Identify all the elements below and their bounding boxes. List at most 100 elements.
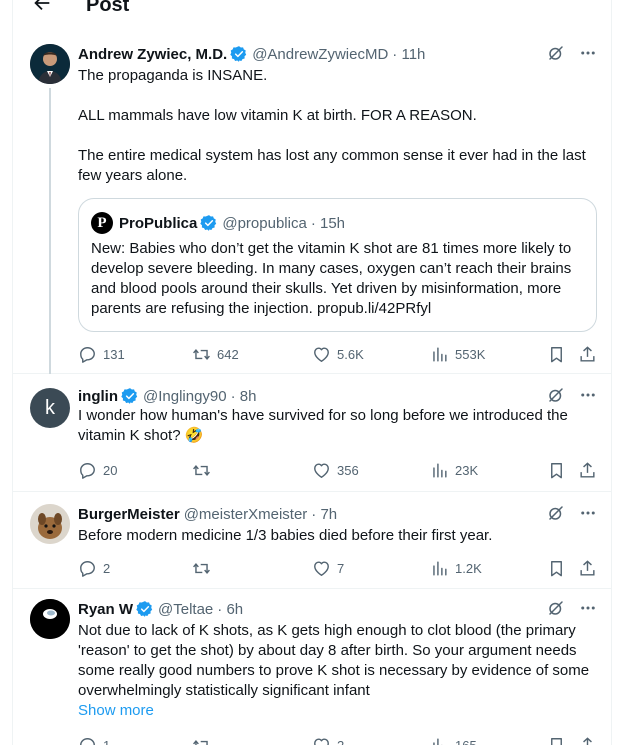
tweet-text: The propaganda is INSANE. ALL mammals ha…	[78, 66, 597, 186]
reply-count: 2	[103, 560, 111, 576]
author-name[interactable]: BurgerMeister	[78, 506, 180, 523]
reply-tweet[interactable]: k inglin @Inglingy90 · 8h I wonder how h…	[13, 374, 611, 492]
reply-icon	[78, 736, 97, 745]
view-count: 553K	[455, 346, 486, 362]
quoted-tweet[interactable]: P ProPublica @propublica · 15h New: Babi…	[78, 198, 597, 332]
tweet-paragraph: ALL mammals have low vitamin K at birth.…	[78, 107, 477, 124]
author-handle[interactable]: @meisterXmeister	[184, 506, 308, 523]
verified-badge-icon	[230, 45, 248, 63]
reply-tweet[interactable]: BurgerMeister @meisterXmeister · 7h Befo…	[13, 492, 611, 589]
more-icon[interactable]	[579, 386, 597, 404]
timestamp[interactable]: · 8h	[231, 388, 257, 405]
avatar[interactable]	[30, 599, 70, 639]
top-bar: Post	[13, 0, 611, 18]
share-button[interactable]	[578, 345, 597, 364]
action-bar: 20 356 23K	[78, 460, 597, 480]
tweet-main[interactable]: Andrew Zywiec, M.D. @AndrewZywiecMD · 11…	[13, 34, 611, 374]
avatar[interactable]	[30, 504, 70, 544]
view-count: 1.2K	[455, 560, 482, 576]
quoted-avatar: P	[91, 212, 113, 234]
bookmark-icon	[547, 736, 566, 745]
avatar[interactable]: k	[30, 388, 70, 428]
repost-icon	[192, 559, 211, 578]
share-button[interactable]	[578, 736, 597, 745]
author-name[interactable]: inglin	[78, 388, 118, 405]
views-icon	[430, 345, 449, 364]
like-icon	[312, 345, 331, 364]
verified-badge-icon	[121, 387, 139, 405]
action-bar: 131 642 5.6K 553K	[78, 344, 597, 364]
quoted-author-name: ProPublica	[119, 214, 198, 232]
tweet-header: BurgerMeister @meisterXmeister · 7h	[78, 504, 597, 524]
timestamp[interactable]: · 11h	[392, 46, 425, 63]
repost-button[interactable]	[192, 736, 217, 745]
share-button[interactable]	[578, 461, 597, 480]
like-icon	[312, 461, 331, 480]
more-icon[interactable]	[579, 44, 597, 62]
reply-icon	[78, 559, 97, 578]
like-button[interactable]: 356	[312, 461, 359, 480]
views-icon	[430, 461, 449, 480]
show-more-link[interactable]: Show more	[78, 701, 154, 721]
bookmark-button[interactable]	[547, 736, 566, 745]
author-handle[interactable]: @AndrewZywiecMD	[252, 46, 388, 63]
like-button[interactable]: 7	[312, 559, 344, 578]
repost-button[interactable]: 642	[192, 345, 239, 364]
like-count: 5.6K	[337, 346, 364, 362]
tweet-text: Not due to lack of K shots, as K gets hi…	[78, 622, 590, 699]
like-button[interactable]: 5.6K	[312, 345, 364, 364]
quoted-tweet-header: P ProPublica @propublica · 15h	[91, 211, 584, 235]
post-page: Post Andrew Zywiec, M.D. @AndrewZywiecMD…	[12, 0, 612, 745]
grok-icon[interactable]	[547, 504, 565, 522]
grok-icon[interactable]	[547, 44, 565, 62]
reply-icon	[78, 345, 97, 364]
reply-icon	[78, 461, 97, 480]
tweet-header: Ryan W @Teltae · 6h	[78, 599, 597, 619]
timestamp[interactable]: · 7h	[311, 506, 337, 523]
reply-button[interactable]: 1	[78, 736, 110, 745]
reply-tweet[interactable]: Ryan W @Teltae · 6h Not due to lack of K…	[13, 589, 612, 745]
share-button[interactable]	[578, 559, 597, 578]
action-bar: 2 7 1.2K	[78, 558, 597, 578]
timestamp[interactable]: · 6h	[217, 601, 243, 618]
avatar[interactable]	[30, 44, 70, 84]
views-button[interactable]: 165	[430, 736, 477, 745]
quoted-author-handle: @propublica	[222, 214, 307, 232]
tweet-text: Before modern medicine 1/3 babies died b…	[78, 527, 493, 544]
more-icon[interactable]	[579, 504, 597, 522]
like-count: 2	[337, 737, 345, 745]
view-count: 165	[455, 737, 477, 745]
more-icon[interactable]	[579, 599, 597, 617]
bookmark-button[interactable]	[547, 559, 566, 578]
author-handle[interactable]: @Inglingy90	[143, 388, 227, 405]
bookmark-icon	[547, 559, 566, 578]
grok-icon[interactable]	[547, 386, 565, 404]
verified-badge-icon	[200, 214, 218, 232]
quoted-timestamp: · 15h	[310, 214, 346, 232]
author-name[interactable]: Ryan W	[78, 601, 133, 618]
repost-button[interactable]	[192, 461, 217, 480]
like-button[interactable]: 2	[312, 736, 344, 745]
views-button[interactable]: 1.2K	[430, 559, 482, 578]
views-button[interactable]: 23K	[430, 461, 478, 480]
views-button[interactable]: 553K	[430, 345, 485, 364]
reply-button[interactable]: 20	[78, 461, 117, 480]
share-icon	[578, 736, 597, 745]
grok-icon[interactable]	[547, 599, 565, 617]
author-name[interactable]: Andrew Zywiec, M.D.	[78, 46, 227, 63]
repost-icon	[192, 736, 211, 745]
repost-button[interactable]	[192, 559, 217, 578]
author-handle[interactable]: @Teltae	[158, 601, 213, 618]
verified-badge-icon	[136, 600, 154, 618]
view-count: 23K	[455, 462, 479, 478]
reply-button[interactable]: 2	[78, 559, 110, 578]
tweet-header: Andrew Zywiec, M.D. @AndrewZywiecMD · 11…	[78, 44, 597, 64]
reply-button[interactable]: 131	[78, 345, 125, 364]
views-icon	[430, 736, 449, 745]
reply-count: 131	[103, 346, 125, 362]
bookmark-button[interactable]	[547, 345, 566, 364]
bookmark-icon	[547, 461, 566, 480]
bookmark-button[interactable]	[547, 461, 566, 480]
back-arrow-icon[interactable]	[31, 0, 53, 14]
thread-line	[49, 88, 51, 374]
